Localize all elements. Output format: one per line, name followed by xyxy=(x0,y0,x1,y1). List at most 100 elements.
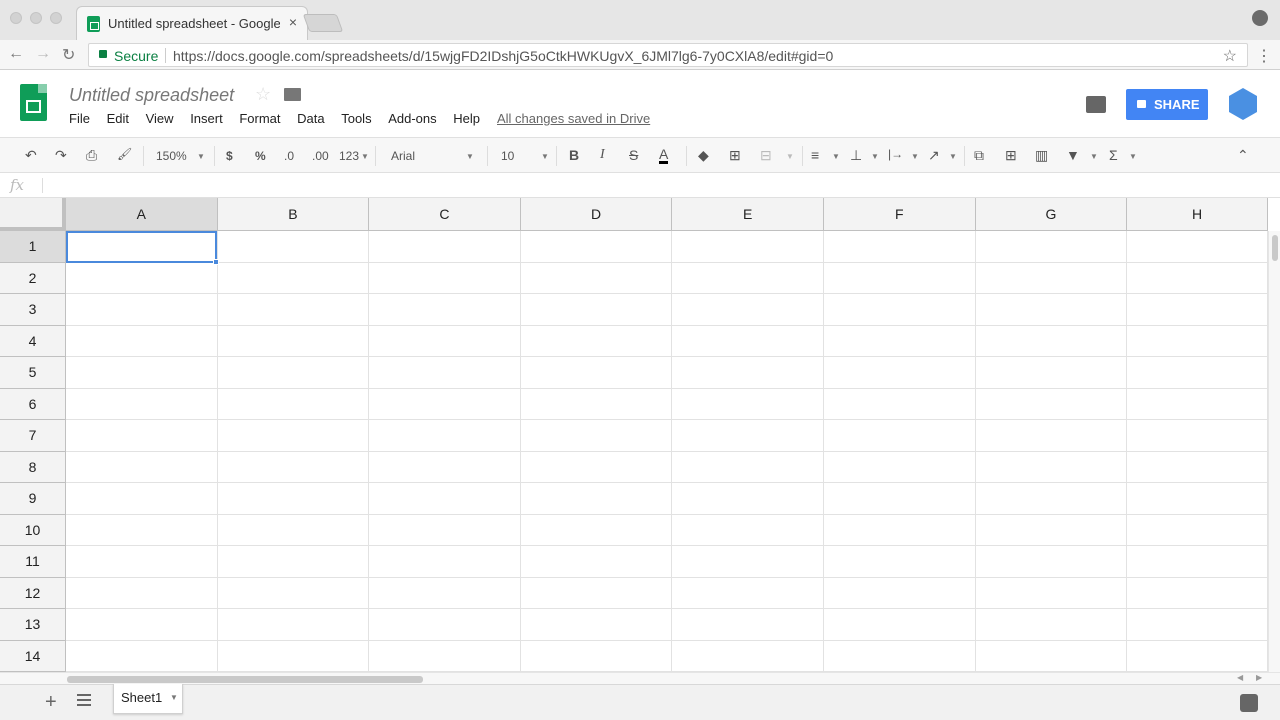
cell-h6[interactable] xyxy=(1127,388,1268,420)
cell-h10[interactable] xyxy=(1127,514,1268,546)
row-header-9[interactable]: 9 xyxy=(0,483,66,515)
star-icon[interactable]: ☆ xyxy=(255,84,271,105)
new-tab-button[interactable] xyxy=(302,14,344,32)
vertical-scrollbar[interactable] xyxy=(1268,231,1280,672)
text-rotation-icon[interactable]: ↗ xyxy=(928,147,940,164)
row-header-6[interactable]: 6 xyxy=(0,388,66,420)
cell-b11[interactable] xyxy=(217,546,370,578)
cell-d13[interactable] xyxy=(520,609,673,641)
cell-c4[interactable] xyxy=(369,325,521,357)
text-rotation-caret-icon[interactable]: ▼ xyxy=(949,152,957,161)
cell-d1[interactable] xyxy=(520,231,673,263)
fill-color-icon[interactable]: ◆ xyxy=(698,147,709,164)
borders-icon[interactable]: ⊞ xyxy=(729,147,741,164)
sheets-logo-icon[interactable] xyxy=(20,84,47,121)
increase-decimal-button[interactable]: .00 xyxy=(312,149,329,163)
filter-caret-icon[interactable]: ▼ xyxy=(1090,152,1098,161)
cell-a2[interactable] xyxy=(66,262,218,294)
vertical-scroll-thumb[interactable] xyxy=(1272,235,1278,261)
horizontal-scrollbar[interactable]: ◀ ▶ xyxy=(0,672,1280,684)
horizontal-align-icon[interactable]: ≡ xyxy=(811,147,819,163)
cell-a10[interactable] xyxy=(66,514,218,546)
bookmark-star-icon[interactable]: ☆ xyxy=(1223,46,1237,66)
cell-e8[interactable] xyxy=(672,451,824,483)
cell-d12[interactable] xyxy=(520,577,673,609)
cell-e3[interactable] xyxy=(672,294,824,326)
undo-icon[interactable]: ↶ xyxy=(25,147,37,164)
cell-g8[interactable] xyxy=(975,451,1128,483)
cell-h2[interactable] xyxy=(1127,262,1268,294)
menu-insert[interactable]: Insert xyxy=(190,111,223,126)
cell-d5[interactable] xyxy=(520,357,673,389)
font-size-select[interactable]: 10 xyxy=(501,149,514,163)
font-family-select[interactable]: Arial xyxy=(391,149,415,163)
cell-d6[interactable] xyxy=(520,388,673,420)
text-color-button[interactable]: A xyxy=(659,147,669,164)
menu-tools[interactable]: Tools xyxy=(341,111,371,126)
cell-b5[interactable] xyxy=(217,357,370,389)
cell-c5[interactable] xyxy=(369,357,521,389)
insert-chart-icon[interactable]: ▥ xyxy=(1035,147,1048,164)
italic-button[interactable]: I xyxy=(600,147,605,163)
cell-g11[interactable] xyxy=(975,546,1128,578)
column-header-g[interactable]: G xyxy=(975,198,1128,231)
cell-b8[interactable] xyxy=(217,451,370,483)
cell-a13[interactable] xyxy=(66,609,218,641)
column-header-e[interactable]: E xyxy=(672,198,824,231)
cell-f3[interactable] xyxy=(824,294,976,326)
cell-g1[interactable] xyxy=(975,231,1128,263)
column-header-b[interactable]: B xyxy=(217,198,370,231)
cell-b13[interactable] xyxy=(217,609,370,641)
menu-format[interactable]: Format xyxy=(239,111,280,126)
cell-c2[interactable] xyxy=(369,262,521,294)
column-header-f[interactable]: F xyxy=(824,198,976,231)
cell-f11[interactable] xyxy=(824,546,976,578)
cell-e11[interactable] xyxy=(672,546,824,578)
cell-c10[interactable] xyxy=(369,514,521,546)
cell-a12[interactable] xyxy=(66,577,218,609)
cell-h7[interactable] xyxy=(1127,420,1268,452)
print-icon[interactable]: ⎙ xyxy=(86,147,97,164)
folder-icon[interactable] xyxy=(284,88,301,101)
cell-d10[interactable] xyxy=(520,514,673,546)
cell-h9[interactable] xyxy=(1127,483,1268,515)
cell-c9[interactable] xyxy=(369,483,521,515)
cell-c3[interactable] xyxy=(369,294,521,326)
paint-format-icon[interactable]: 🖌 xyxy=(117,147,132,161)
collapse-toolbar-icon[interactable]: ⌃ xyxy=(1237,147,1249,164)
cell-h11[interactable] xyxy=(1127,546,1268,578)
percent-format-button[interactable]: % xyxy=(255,149,266,163)
address-bar[interactable]: Secure https://docs.google.com/spreadshe… xyxy=(88,43,1248,67)
functions-icon[interactable]: Σ xyxy=(1109,147,1118,163)
browser-tab[interactable]: Untitled spreadsheet - Google × xyxy=(76,6,308,40)
formula-input[interactable] xyxy=(50,177,1250,194)
cell-a6[interactable] xyxy=(66,388,218,420)
cell-e5[interactable] xyxy=(672,357,824,389)
cell-e4[interactable] xyxy=(672,325,824,357)
more-formats-button[interactable]: 123 xyxy=(339,149,359,163)
save-status-link[interactable]: All changes saved in Drive xyxy=(497,111,650,126)
row-header-10[interactable]: 10 xyxy=(0,514,66,546)
merge-caret-icon[interactable]: ▼ xyxy=(786,152,794,161)
column-header-c[interactable]: C xyxy=(369,198,521,231)
row-header-7[interactable]: 7 xyxy=(0,420,66,452)
cell-a14[interactable] xyxy=(66,640,218,672)
menu-file[interactable]: File xyxy=(69,111,90,126)
sheet-tab-caret-icon[interactable]: ▼ xyxy=(170,693,178,702)
strikethrough-button[interactable]: S xyxy=(629,147,638,163)
cell-e10[interactable] xyxy=(672,514,824,546)
cell-d14[interactable] xyxy=(520,640,673,672)
cell-c12[interactable] xyxy=(369,577,521,609)
cell-a7[interactable] xyxy=(66,420,218,452)
cell-b14[interactable] xyxy=(217,640,370,672)
cell-c11[interactable] xyxy=(369,546,521,578)
window-minimize-button[interactable] xyxy=(30,12,42,24)
horizontal-align-caret-icon[interactable]: ▼ xyxy=(832,152,840,161)
cell-h13[interactable] xyxy=(1127,609,1268,641)
functions-caret-icon[interactable]: ▼ xyxy=(1129,152,1137,161)
select-all-corner[interactable] xyxy=(0,198,66,231)
forward-icon[interactable]: → xyxy=(35,45,51,63)
cell-f10[interactable] xyxy=(824,514,976,546)
cell-f8[interactable] xyxy=(824,451,976,483)
cell-g4[interactable] xyxy=(975,325,1128,357)
